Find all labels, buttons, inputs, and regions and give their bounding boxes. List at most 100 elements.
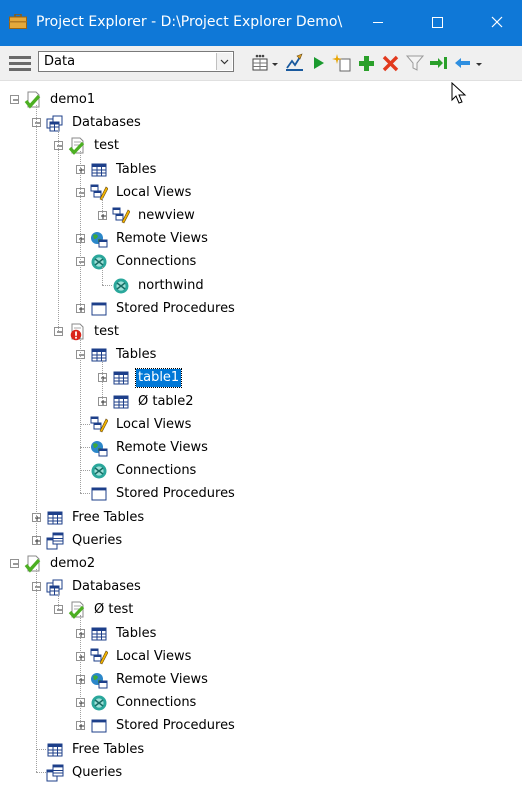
tree-node-label: Free Tables [72,742,145,757]
tables-icon [46,509,64,527]
tree-node-label: Remote Views [116,231,208,246]
minimize-button[interactable] [355,0,401,46]
menu-icon[interactable] [9,54,31,72]
category-select[interactable]: Data [38,51,234,72]
connections-icon [90,694,108,712]
maximize-icon [432,17,443,28]
tree-node[interactable]: Connections [76,252,522,274]
tree-node[interactable]: Local Views [76,415,522,437]
tree-node[interactable]: Stored Procedures [76,299,522,321]
tree-connector-line [36,105,37,540]
remote-views-icon [90,439,108,457]
run-icon[interactable] [308,53,330,73]
tree-node-label: Remote Views [116,440,208,455]
local-views-icon [112,207,131,225]
tree-node-label: Ø test [94,602,134,617]
local-views-icon [90,416,109,434]
tree-node[interactable]: demo1 [10,90,522,112]
tree-node[interactable]: Tables [76,345,522,367]
tree-node[interactable]: test [54,136,522,158]
delete-icon[interactable] [380,53,402,73]
import-icon[interactable] [428,53,450,73]
grid-icon[interactable] [250,53,272,73]
filter-icon[interactable] [404,53,426,73]
tree-node[interactable]: Connections [76,693,522,715]
tree-node[interactable]: Free Tables [32,740,522,762]
title-bar: Project Explorer - D:\Project Explorer D… [0,0,522,46]
collapse-icon[interactable] [10,95,19,104]
tree-node[interactable]: Databases [32,113,522,135]
connections-icon [90,253,108,271]
tree-node-label: demo2 [50,556,96,571]
tables-icon [112,393,130,411]
tree-node[interactable]: Free Tables [32,508,522,530]
tree-node[interactable]: northwind [98,276,522,298]
tree-node[interactable]: test [54,322,522,344]
tree-node-label: Tables [116,162,157,177]
tree-node-label: Connections [116,463,197,478]
category-select-value: Data [44,54,76,69]
tree-node[interactable]: Local Views [76,647,522,669]
tree-node-label: Queries [72,765,123,780]
chevron-down-icon[interactable] [216,53,232,70]
collapse-icon[interactable] [10,559,19,568]
project-green-icon [24,91,42,109]
tree-node-label: Tables [116,347,157,362]
add-icon[interactable] [356,53,378,73]
local-views-icon [90,648,109,666]
back-icon[interactable] [452,53,474,73]
tree-node-label: Connections [116,254,197,269]
tree-node-label: test [94,138,119,153]
tree-connector-line [102,267,103,285]
tree-node[interactable]: Queries [32,763,522,785]
tree-connector-line [102,360,103,401]
project-tree: demo1 Databases test Tables Local Views newvi… [0,80,522,799]
tree-connector-line [80,337,81,493]
tree-node-label: northwind [138,278,204,293]
tree-node[interactable]: Remote Views [76,438,522,460]
tree-node[interactable]: Databases [32,577,522,599]
tables-icon [90,161,108,179]
queries-icon [46,532,64,550]
tree-node[interactable]: Remote Views [76,229,522,251]
tree-node-label: Remote Views [116,672,208,687]
tree-node-label: test [94,324,119,339]
tree-node[interactable]: Connections [76,461,522,483]
tree-node[interactable]: Stored Procedures [76,484,522,506]
tree-node-label: Connections [116,695,197,710]
tree-node-label: Local Views [116,649,192,664]
toolbar: Data [0,46,522,81]
tree-node-label: Stored Procedures [116,301,235,316]
tree-node-label: demo1 [50,92,96,107]
close-button[interactable] [475,0,521,46]
tree-node[interactable]: Stored Procedures [76,716,522,738]
tree-node[interactable]: Remote Views [76,670,522,692]
maximize-button[interactable] [415,0,461,46]
tree-node[interactable]: newview [98,206,522,228]
edit-icon[interactable] [284,53,306,73]
tree-node[interactable]: Tables [76,160,522,182]
close-icon [491,16,503,28]
tree-node[interactable]: Queries [32,531,522,553]
tree-node[interactable]: Ø test [54,600,522,622]
stored-procs-icon [90,485,108,503]
tree-connector-line [58,592,59,609]
tree-node[interactable]: demo2 [10,554,522,576]
tables-icon [112,369,130,387]
tree-node[interactable]: Tables [76,624,522,646]
more-icon[interactable] [474,53,484,73]
tree-node[interactable]: Ø table2 [98,392,522,414]
tree-node-label: table1 [134,368,183,388]
tree-node[interactable]: table1 [98,368,522,390]
db-green-icon [68,601,86,619]
new-icon[interactable] [332,53,354,73]
dropdown-icon[interactable] [270,53,280,73]
connections-icon [112,277,130,295]
minimize-icon [373,22,383,23]
queries-icon [46,764,64,782]
tree-node-label: Databases [72,115,141,130]
tree-node[interactable]: Local Views [76,183,522,205]
tree-node-label: Tables [116,626,157,641]
local-views-icon [90,184,109,202]
stored-procs-icon [90,300,108,318]
